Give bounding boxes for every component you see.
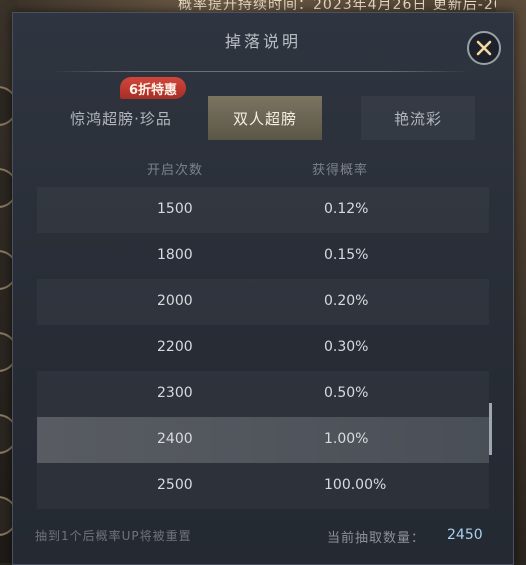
drop-info-dialog: 掉落说明 惊鸿超膀·珍品 6折特惠 双人超膀 艳流彩 开启次数 获得概率 150… bbox=[12, 12, 514, 565]
tab-label: 双人超膀 bbox=[232, 109, 297, 128]
header-probability: 获得概率 bbox=[312, 163, 369, 178]
cell-count: 2500 bbox=[157, 477, 193, 493]
reset-note: 抽到1个后概率UP将被重置 bbox=[35, 529, 192, 543]
cell-probability: 0.30% bbox=[324, 339, 369, 355]
discount-badge: 6折特惠 bbox=[120, 77, 187, 99]
table-row: 2500 100.00% bbox=[37, 463, 489, 509]
tab-jinghong-wings[interactable]: 惊鸿超膀·珍品 bbox=[41, 96, 201, 140]
cell-probability: 100.00% bbox=[324, 477, 387, 493]
dialog-title: 掉落说明 bbox=[224, 32, 301, 51]
cell-probability: 0.20% bbox=[324, 293, 369, 309]
header-open-count: 开启次数 bbox=[147, 163, 204, 178]
table-row: 2000 0.20% bbox=[37, 279, 489, 325]
tab-double-wings[interactable]: 双人超膀 bbox=[208, 96, 322, 140]
probability-table: 1500 0.12% 1800 0.15% 2000 0.20% 2200 0.… bbox=[37, 187, 489, 509]
scrollbar-thumb[interactable] bbox=[489, 403, 492, 455]
close-button[interactable] bbox=[467, 31, 501, 65]
tab-yanliucai[interactable]: 艳流彩 bbox=[361, 96, 475, 140]
badge-label: 6折特惠 bbox=[129, 82, 178, 98]
current-draw-count: 2450 bbox=[447, 527, 483, 543]
cell-probability: 1.00% bbox=[324, 431, 369, 447]
table-row: 2200 0.30% bbox=[37, 325, 489, 371]
table-header: 开启次数 获得概率 bbox=[37, 153, 489, 183]
tab-label: 惊鸿超膀·珍品 bbox=[70, 109, 172, 128]
current-draw-label: 当前抽取数量： bbox=[327, 531, 426, 546]
table-row-selected: 2400 1.00% bbox=[37, 417, 489, 463]
cell-probability: 0.12% bbox=[324, 201, 369, 217]
cell-count: 2200 bbox=[157, 339, 193, 355]
table-row: 1800 0.15% bbox=[37, 233, 489, 279]
cell-count: 2000 bbox=[157, 293, 193, 309]
title-divider bbox=[51, 71, 471, 72]
tab-label: 艳流彩 bbox=[393, 109, 442, 128]
cell-count: 2400 bbox=[157, 431, 193, 447]
cell-probability: 0.15% bbox=[324, 247, 369, 263]
table-row: 1500 0.12% bbox=[37, 187, 489, 233]
table-row: 2300 0.50% bbox=[37, 371, 489, 417]
cell-count: 1500 bbox=[157, 201, 193, 217]
cell-probability: 0.50% bbox=[324, 385, 369, 401]
close-icon bbox=[476, 40, 492, 56]
cell-count: 2300 bbox=[157, 385, 193, 401]
cell-count: 1800 bbox=[157, 247, 193, 263]
